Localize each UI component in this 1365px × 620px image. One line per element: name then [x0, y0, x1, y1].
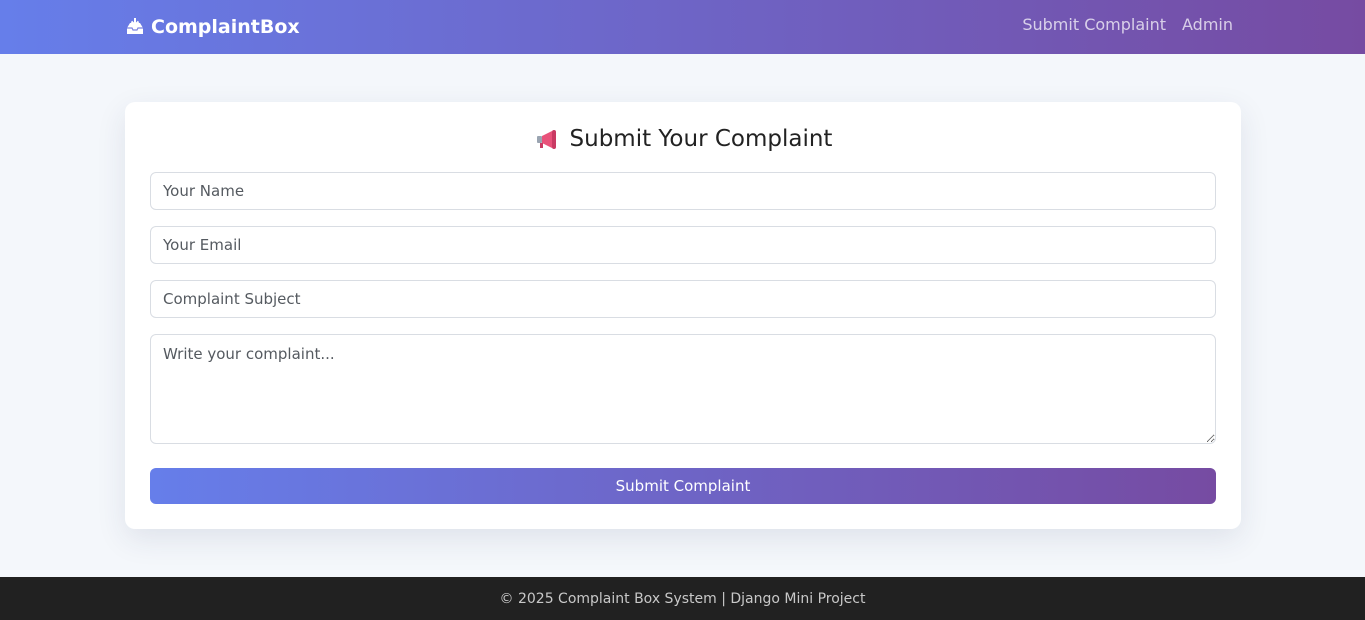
footer-text: © 2025 Complaint Box System | Django Min…: [499, 590, 866, 607]
name-input[interactable]: [150, 172, 1216, 210]
brand-logo[interactable]: ComplaintBox: [125, 13, 300, 41]
nav-link-submit-complaint[interactable]: Submit Complaint: [1022, 15, 1166, 34]
complaint-form-card: Submit Your Complaint Submit Complaint: [125, 102, 1241, 529]
complaint-textarea[interactable]: [150, 334, 1216, 444]
megaphone-icon: [534, 126, 560, 152]
form-title: Submit Your Complaint: [125, 126, 1241, 152]
form-title-text: Submit Your Complaint: [569, 126, 833, 152]
navbar: ComplaintBox Submit Complaint Admin: [0, 0, 1365, 54]
nav-link-admin[interactable]: Admin: [1182, 15, 1233, 34]
footer: © 2025 Complaint Box System | Django Min…: [0, 577, 1365, 620]
brand-name: ComplaintBox: [151, 16, 300, 38]
inbox-tray-icon: [125, 17, 145, 37]
nav-links: Submit Complaint Admin: [1022, 15, 1233, 34]
subject-input[interactable]: [150, 280, 1216, 318]
email-input[interactable]: [150, 226, 1216, 264]
submit-complaint-button[interactable]: Submit Complaint: [150, 468, 1216, 504]
